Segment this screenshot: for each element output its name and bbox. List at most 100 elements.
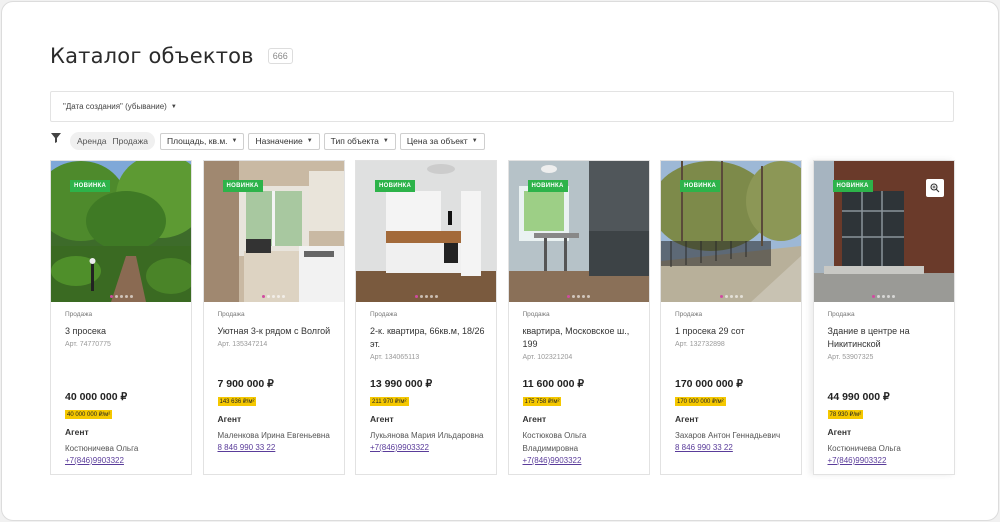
deal-type-sale[interactable]: Продажа [110, 136, 151, 146]
deal-type-toggle: Аренда Продажа [70, 132, 155, 150]
agent-heading: Агент [217, 414, 242, 424]
caret-down-icon: ▼ [231, 138, 238, 144]
article-number: Арт. 134065113 [370, 354, 420, 361]
agent-heading: Агент [65, 427, 89, 437]
agent-name: Маленкова Ирина Евгеньевна [217, 431, 330, 440]
agent-heading: Агент [675, 414, 699, 424]
agent-phone-link[interactable]: 8 846 990 33 22 [218, 443, 336, 452]
funnel-icon[interactable] [50, 132, 62, 144]
property-card[interactable]: НОВИНКА Продажа 3 просека Арт. 74770775 … [50, 160, 192, 475]
deal-type: Продажа [827, 311, 855, 318]
object-title[interactable]: 2-к. квартира, 66кв.м, 18/26 эт. [370, 325, 488, 351]
article-number: Арт. 135347214 [217, 341, 268, 348]
deal-type: Продажа [675, 311, 703, 318]
card-body: Продажа Уютная 3-к рядом с Волгой Арт. 1… [218, 311, 336, 348]
property-photo[interactable]: НОВИНКА [661, 161, 801, 302]
property-photo[interactable]: НОВИНКА [813, 161, 954, 302]
agent-phone-link[interactable]: +7(846)9903322 [370, 443, 488, 452]
card-bottom: 7 900 000 ₽ 143 636 ₽/м² Агент Маленкова… [217, 378, 336, 452]
agent-heading: Агент [370, 414, 394, 424]
page-title: Каталог объектов [50, 44, 254, 68]
photo-dots [356, 295, 496, 298]
card-bottom: 40 000 000 ₽ 40 000 000 ₽/м² Агент Костю… [65, 391, 183, 465]
agent-name: Лукьянова Мария Ильдаровна [370, 431, 484, 440]
purpose-filter-label: Назначение [255, 136, 303, 146]
card-body: Продажа 1 просека 29 сот Арт. 132732898 [675, 311, 793, 348]
price-per-m2: 78 930 ₽/м² [827, 410, 864, 419]
agent-name: Захаров Антон Геннадьевич [675, 431, 781, 440]
property-card[interactable]: НОВИНКА Продажа 1 просека 29 сот Арт. 13… [660, 160, 802, 475]
filter-bar: Аренда Продажа Площадь, кв.м. ▼ Назначени… [50, 132, 489, 150]
area-filter[interactable]: Площадь, кв.м. ▼ [160, 132, 245, 150]
article-number: Арт. 102321204 [522, 354, 573, 361]
property-photo[interactable]: НОВИНКА [51, 161, 191, 302]
card-body: Продажа 2-к. квартира, 66кв.м, 18/26 эт.… [370, 311, 488, 361]
price-per-m2: 143 636 ₽/м² [217, 397, 257, 406]
article-number: Арт. 132732898 [675, 341, 725, 348]
title-row: Каталог объектов 666 [50, 44, 293, 68]
property-card[interactable]: НОВИНКА Продажа квартира, Московское ш.,… [507, 160, 650, 475]
price-filter-label: Цена за объект [406, 136, 468, 146]
sort-label: "Дата создания" (убывание) [63, 102, 167, 111]
purpose-filter[interactable]: Назначение ▼ [248, 132, 320, 150]
object-title[interactable]: 1 просека 29 сот [675, 325, 793, 338]
property-card[interactable]: НОВИНКА Продажа 2-к. квартира, 66кв.м, 1… [355, 160, 497, 475]
price: 44 990 000 ₽ [827, 391, 890, 403]
new-badge: НОВИНКА [222, 180, 263, 192]
property-photo[interactable]: НОВИНКА [203, 161, 344, 302]
agent-name: Костюничева Ольга [827, 444, 901, 453]
price-filter[interactable]: Цена за объект ▼ [399, 132, 485, 150]
price-per-m2: 170 000 000 ₽/м² [675, 397, 726, 406]
new-badge: НОВИНКА [832, 180, 873, 192]
article-number: Арт. 53907325 [827, 354, 874, 361]
catalog-page: Каталог объектов 666 "Дата создания" (уб… [1, 1, 999, 521]
photo-dots [51, 295, 191, 298]
caret-down-icon: ▼ [170, 103, 177, 110]
agent-name: Костюничева Ольга [65, 444, 139, 453]
magnifier-icon [929, 183, 939, 193]
property-card[interactable]: НОВИНКА Продажа Уютная 3-к рядом с Волго… [202, 160, 345, 475]
card-body: Продажа квартира, Московское ш., 199 Арт… [523, 311, 641, 361]
deal-type: Продажа [370, 311, 398, 318]
new-badge: НОВИНКА [527, 180, 568, 192]
area-filter-label: Площадь, кв.м. [167, 136, 228, 146]
property-photo[interactable]: НОВИНКА [356, 161, 496, 302]
deal-type: Продажа [65, 311, 93, 318]
property-card[interactable]: НОВИНКА Продажа Здание в центре на Никит… [812, 160, 955, 475]
sort-dropdown[interactable]: "Дата создания" (убывание) ▼ [50, 91, 954, 122]
object-title[interactable]: 3 просека [65, 325, 183, 338]
photo-dots [814, 295, 954, 298]
price: 40 000 000 ₽ [65, 391, 128, 403]
price: 13 990 000 ₽ [370, 378, 433, 390]
object-title[interactable]: Уютная 3-к рядом с Волгой [218, 325, 336, 338]
agent-phone-link[interactable]: +7(846)9903322 [828, 456, 946, 465]
price-per-m2: 175 758 ₽/м² [522, 397, 562, 406]
object-type-filter[interactable]: Тип объекта ▼ [323, 132, 396, 150]
card-body: Продажа Здание в центре на Никитинской А… [828, 311, 946, 361]
price: 7 900 000 ₽ [217, 378, 274, 390]
card-bottom: 11 600 000 ₽ 175 758 ₽/м² Агент Костюков… [522, 378, 641, 465]
new-badge: НОВИНКА [375, 180, 416, 192]
agent-phone-link[interactable]: +7(846)9903322 [65, 456, 183, 465]
card-body: Продажа 3 просека Арт. 74770775 [65, 311, 183, 348]
agent-name: Костюкова Ольга Владимировна [522, 431, 587, 453]
article-number: Арт. 74770775 [65, 341, 111, 348]
photo-dots [509, 295, 649, 298]
card-bottom: 13 990 000 ₽ 211 970 ₽/м² Агент Лукьянов… [370, 378, 488, 452]
agent-phone-link[interactable]: +7(846)9903322 [523, 456, 641, 465]
photo-dots [661, 295, 801, 298]
agent-heading: Агент [522, 414, 547, 424]
agent-heading: Агент [827, 427, 852, 437]
object-title[interactable]: квартира, Московское ш., 199 [523, 325, 641, 351]
deal-type: Продажа [522, 311, 550, 318]
object-title[interactable]: Здание в центре на Никитинской [828, 325, 946, 351]
price-per-m2: 211 970 ₽/м² [370, 397, 409, 406]
property-cards: НОВИНКА Продажа 3 просека Арт. 74770775 … [50, 160, 965, 475]
objects-count-badge: 666 [267, 48, 293, 64]
zoom-button[interactable] [925, 179, 944, 197]
deal-type-rent[interactable]: Аренда [74, 136, 110, 146]
agent-phone-link[interactable]: 8 846 990 33 22 [675, 443, 793, 452]
price: 170 000 000 ₽ [675, 378, 743, 390]
photo-dots [204, 295, 344, 298]
property-photo[interactable]: НОВИНКА [508, 161, 649, 302]
